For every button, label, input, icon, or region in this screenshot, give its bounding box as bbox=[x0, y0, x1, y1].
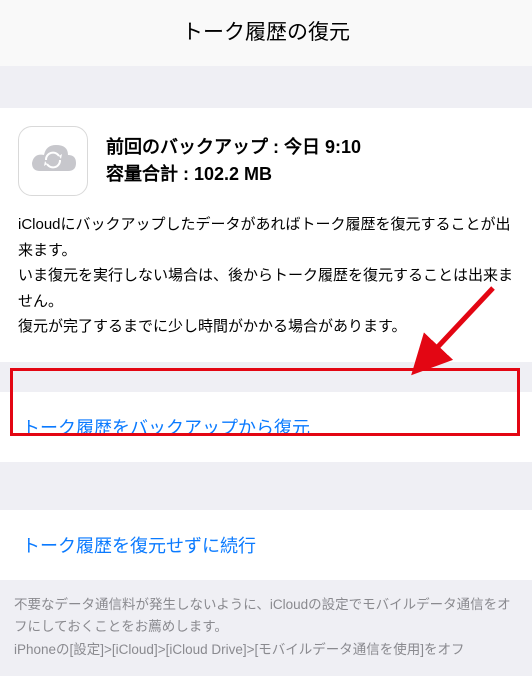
page-title-text: トーク履歴の復元 bbox=[182, 21, 350, 44]
page-title: トーク履歴の復元 bbox=[0, 0, 532, 66]
spacer-top bbox=[0, 66, 532, 108]
spacer-mid2 bbox=[0, 462, 532, 510]
restore-from-backup-label: トーク履歴をバックアップから復元 bbox=[22, 418, 310, 438]
size-value: 102.2 MB bbox=[194, 164, 272, 184]
size-label: 容量合計 : bbox=[106, 164, 189, 184]
size-line: 容量合計 : 102.2 MB bbox=[106, 161, 514, 188]
last-backup-line: 前回のバックアップ : 今日 9:10 bbox=[106, 134, 514, 161]
continue-without-restore-button[interactable]: トーク履歴を復元せずに続行 bbox=[0, 510, 532, 580]
backup-info-card: 前回のバックアップ : 今日 9:10 容量合計 : 102.2 MB iClo… bbox=[0, 108, 532, 362]
backup-description: iCloudにバックアップしたデータがあればトーク履歴を復元することが出来ます。… bbox=[18, 212, 514, 340]
backup-summary-row: 前回のバックアップ : 今日 9:10 容量合計 : 102.2 MB bbox=[18, 126, 514, 196]
spacer-mid1 bbox=[0, 362, 532, 392]
footnote-text: 不要なデータ通信料が発生しないように、iCloudの設定でモバイルデータ通信をオ… bbox=[14, 597, 511, 658]
last-backup-label: 前回のバックアップ : bbox=[106, 137, 279, 157]
backup-meta: 前回のバックアップ : 今日 9:10 容量合計 : 102.2 MB bbox=[106, 134, 514, 188]
continue-without-restore-label: トーク履歴を復元せずに続行 bbox=[22, 536, 256, 556]
footnote: 不要なデータ通信料が発生しないように、iCloudの設定でモバイルデータ通信をオ… bbox=[0, 580, 532, 676]
restore-from-backup-button[interactable]: トーク履歴をバックアップから復元 bbox=[0, 392, 532, 462]
last-backup-value: 今日 9:10 bbox=[284, 137, 361, 157]
cloud-sync-icon bbox=[18, 126, 88, 196]
